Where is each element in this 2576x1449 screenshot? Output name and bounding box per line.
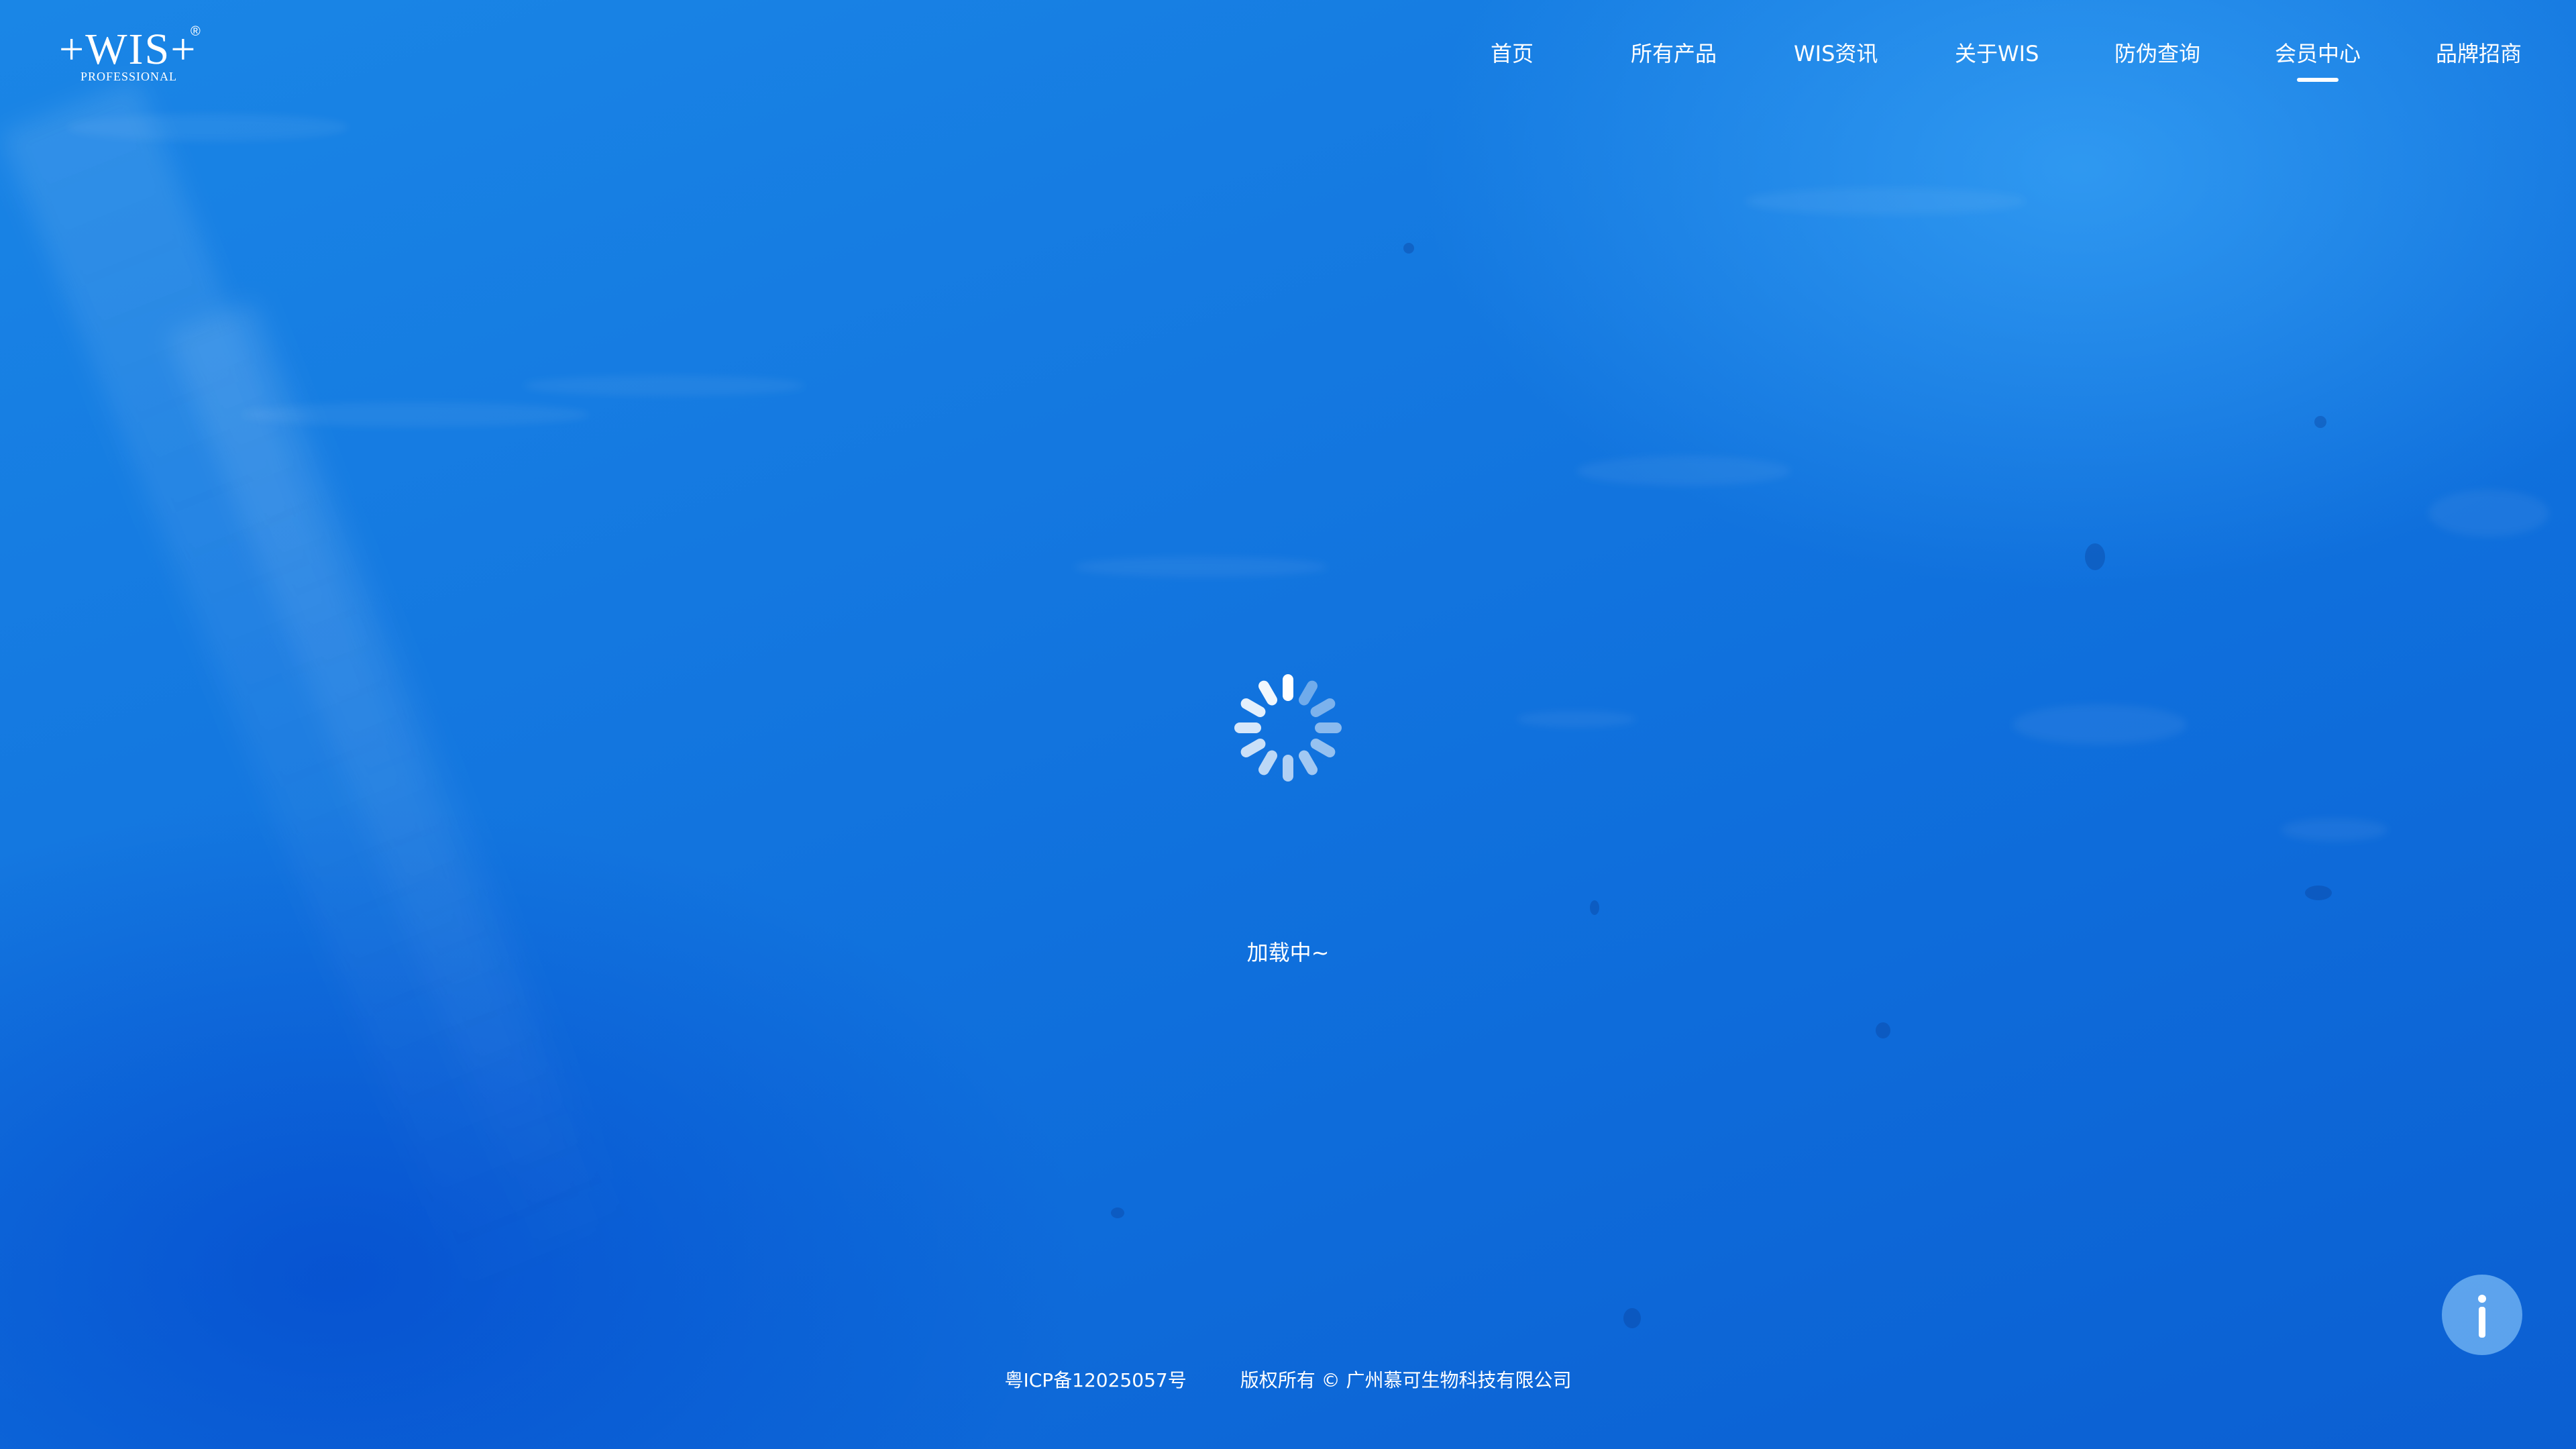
spinner-segment — [1308, 737, 1338, 759]
spinner-segment — [1297, 748, 1320, 777]
spinner-segment — [1283, 674, 1293, 701]
icp-license-link[interactable]: 粤ICP备12025057号 — [1004, 1367, 1186, 1394]
spinner-segment — [1238, 737, 1268, 759]
info-icon — [2478, 1295, 2486, 1303]
spinner-segment — [1315, 722, 1342, 733]
spinner-segment — [1308, 696, 1338, 719]
spinner-segment — [1283, 755, 1293, 782]
main-nav: 首页 所有产品 WIS资讯 关于WIS 防伪查询 会员中心 品牌招商 — [0, 39, 2576, 82]
site-header: +WIS+ ® PROFESSIONAL 首页 所有产品 WIS资讯 关于WIS… — [0, 0, 2576, 107]
copyright-text: 版权所有 © 广州慕可生物科技有限公司 — [1240, 1369, 1572, 1391]
nav-active-indicator — [2297, 78, 2339, 82]
spinner-segment — [1234, 722, 1261, 733]
logo-registered-mark: ® — [191, 24, 201, 39]
nav-item-member-center[interactable]: 会员中心 — [2275, 39, 2361, 68]
info-icon-stem — [2479, 1307, 2485, 1338]
info-button[interactable] — [2442, 1275, 2522, 1355]
loading-spinner-icon — [1234, 674, 1342, 782]
nav-item-home[interactable]: 首页 — [1491, 39, 1534, 68]
spinner-segment — [1256, 748, 1279, 777]
loading-text: 加载中~ — [1246, 940, 1330, 965]
nav-item-about-wis[interactable]: 关于WIS — [1955, 39, 2039, 68]
nav-item-wis-news[interactable]: WIS资讯 — [1794, 39, 1878, 68]
nav-item-anti-counterfeit[interactable]: 防伪查询 — [2114, 39, 2200, 68]
spinner-segment — [1256, 678, 1279, 708]
site-footer: 粤ICP备12025057号 版权所有 © 广州慕可生物科技有限公司 — [0, 1367, 2576, 1394]
spinner-segment — [1238, 696, 1268, 719]
nav-item-all-products[interactable]: 所有产品 — [1631, 39, 1717, 68]
spinner-segment — [1297, 678, 1320, 708]
nav-item-brand-franchise[interactable]: 品牌招商 — [2436, 39, 2522, 68]
